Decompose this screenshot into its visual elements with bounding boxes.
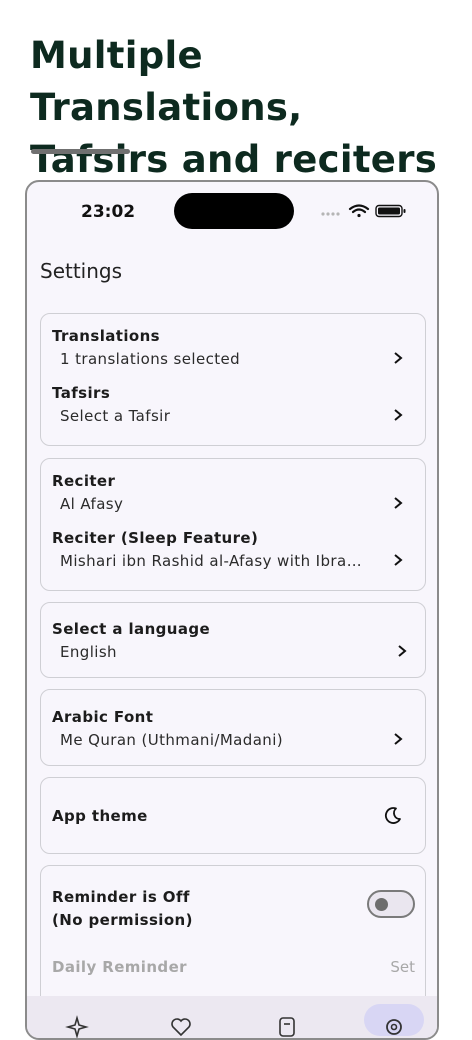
reminder-title-line1: Reminder is Off: [52, 888, 190, 906]
arabic-font-title: Arabic Font: [52, 708, 154, 726]
language-subtitle: English: [60, 643, 117, 661]
reciter-sleep-row[interactable]: Reciter (Sleep Feature) Mishari ibn Rash…: [52, 529, 414, 570]
reminder-toggle[interactable]: [367, 890, 415, 918]
nav-settings[interactable]: [364, 1004, 424, 1036]
nav-explore[interactable]: [47, 1004, 107, 1038]
tafsirs-subtitle: Select a Tafsir: [60, 407, 171, 425]
daily-reminder-row: Daily Reminder: [52, 958, 414, 976]
arabic-font-card[interactable]: Arabic Font Me Quran (Uthmani/Madani): [40, 689, 426, 766]
chevron-right-icon: [394, 497, 403, 509]
language-title: Select a language: [52, 620, 211, 638]
nav-favorites[interactable]: [151, 1004, 211, 1037]
reciter-card: Reciter Al Afasy Reciter (Sleep Feature)…: [40, 458, 426, 591]
reciter-title: Reciter: [52, 472, 116, 490]
language-row[interactable]: Select a language English: [52, 620, 414, 661]
dynamic-island: [174, 193, 294, 229]
app-theme-row[interactable]: App theme: [52, 807, 414, 825]
reminder-card: Reminder is Off (No permission) Daily Re…: [40, 865, 426, 1015]
bookmark-icon: [279, 1017, 295, 1037]
tafsirs-title: Tafsirs: [52, 384, 111, 402]
reciter-sleep-subtitle: Mishari ibn Rashid al-Afasy with Ibrahim…: [60, 552, 366, 570]
nav-bookmarks[interactable]: [257, 1004, 317, 1037]
reciter-subtitle: Al Afasy: [60, 495, 124, 513]
chevron-right-icon: [394, 733, 403, 745]
headline-underline: [31, 149, 130, 154]
reminder-title-line2: (No permission): [52, 911, 193, 929]
page-title: Settings: [40, 259, 123, 283]
chevron-right-icon: [398, 645, 407, 657]
language-card[interactable]: Select a language English: [40, 602, 426, 678]
phone-frame: 23:02 Settings Translations 1 translatio…: [25, 180, 439, 1040]
reminder-status: Reminder is Off (No permission): [52, 888, 414, 929]
set-reminder-button[interactable]: Set: [390, 958, 415, 976]
chevron-right-icon: [394, 352, 403, 364]
battery-icon: [375, 204, 406, 218]
sparkle-icon: [65, 1015, 89, 1038]
translations-row[interactable]: Translations 1 translations selected: [52, 327, 414, 368]
promo-headline-line1: Multiple Translations,: [30, 34, 303, 129]
arabic-font-subtitle: Me Quran (Uthmani/Madani): [60, 731, 284, 749]
heart-icon: [171, 1018, 191, 1037]
daily-reminder-label: Daily Reminder: [52, 958, 187, 976]
translations-title: Translations: [52, 327, 160, 345]
promo-headline-line2: Tafsirs and reciters: [30, 138, 438, 181]
moon-icon[interactable]: [383, 805, 403, 825]
bottom-nav: [27, 996, 437, 1038]
status-time: 23:02: [81, 202, 136, 222]
app-theme-card[interactable]: App theme: [40, 777, 426, 854]
translations-subtitle: 1 translations selected: [60, 350, 241, 368]
reciter-sleep-title: Reciter (Sleep Feature): [52, 529, 259, 547]
signal-dots-icon: [321, 212, 340, 216]
settings-icon: [386, 1019, 402, 1035]
status-icons: [321, 204, 406, 218]
app-theme-title: App theme: [52, 807, 148, 825]
toggle-knob: [375, 898, 388, 911]
translations-tafsirs-card: Translations 1 translations selected Taf…: [40, 313, 426, 446]
wifi-icon: [348, 204, 370, 218]
chevron-right-icon: [394, 409, 403, 421]
arabic-font-row[interactable]: Arabic Font Me Quran (Uthmani/Madani): [52, 708, 414, 749]
chevron-right-icon: [394, 554, 403, 566]
tafsirs-row[interactable]: Tafsirs Select a Tafsir: [52, 384, 414, 425]
reciter-row[interactable]: Reciter Al Afasy: [52, 472, 414, 513]
promo-headline: Multiple Translations, Tafsirs and recit…: [30, 30, 460, 186]
